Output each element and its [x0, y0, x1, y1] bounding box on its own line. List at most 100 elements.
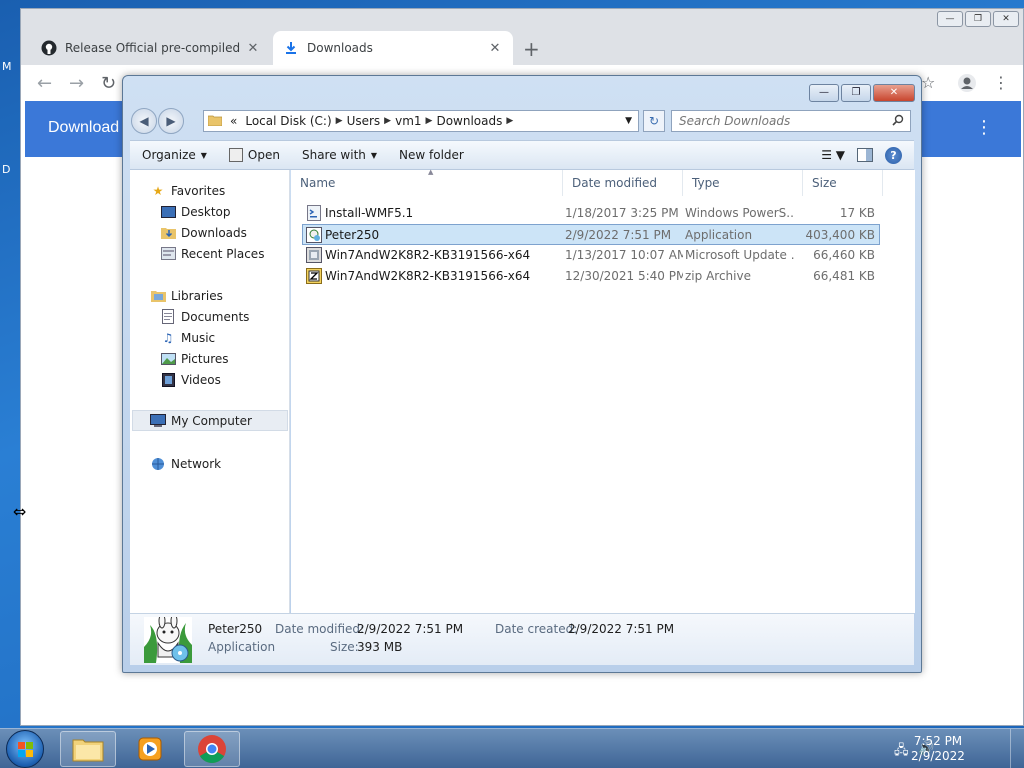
profile-avatar-icon[interactable] — [957, 73, 977, 97]
close-window-button[interactable]: ✕ — [993, 11, 1019, 27]
details-pane: Peter250 Application Date modified: 2/9/… — [130, 613, 914, 665]
taskbar: 🖧 🔊 7:52 PM 2/9/2022 — [0, 728, 1024, 768]
nav-item-recent-places[interactable]: Recent Places — [160, 243, 264, 264]
back-button[interactable]: ◀ — [131, 108, 157, 134]
nav-label: Downloads — [181, 225, 247, 240]
file-size: 17 KB — [839, 206, 875, 220]
start-button[interactable] — [6, 730, 44, 768]
tab-release[interactable]: Release Official pre-compiled ins ✕ — [31, 31, 271, 65]
close-window-button[interactable]: ✕ — [873, 84, 915, 102]
open-button[interactable]: Open — [228, 148, 280, 162]
bookmark-star-icon[interactable]: ☆ — [921, 73, 935, 92]
file-size: 66,460 KB — [813, 248, 875, 262]
nav-favorites[interactable]: ★ Favorites — [150, 180, 226, 201]
back-arrow-icon[interactable]: ← — [37, 73, 52, 94]
download-icon — [283, 40, 299, 56]
taskbar-media-player-button[interactable] — [122, 731, 178, 767]
file-date: 12/30/2021 5:40 PM — [565, 269, 683, 283]
maximize-button[interactable]: ❐ — [841, 84, 871, 102]
nav-label: Music — [181, 330, 216, 345]
nav-item-pictures[interactable]: Pictures — [160, 348, 229, 369]
address-segment[interactable]: Downloads — [436, 114, 502, 128]
refresh-icon[interactable]: ↻ — [643, 110, 665, 132]
tab-downloads[interactable]: Downloads ✕ — [273, 31, 513, 65]
file-row-selected[interactable]: Peter250 2/9/2022 7:51 PM Application 40… — [302, 224, 880, 245]
file-row[interactable]: Win7AndW2K8R2-KB3191566-x64 1/13/2017 10… — [303, 245, 879, 266]
chrome-icon — [198, 735, 226, 763]
column-header-date-modified[interactable]: Date modified — [563, 170, 683, 196]
chevron-right-icon[interactable]: ▶ — [384, 116, 391, 126]
tab-label: Downloads — [307, 41, 373, 55]
chevron-down-icon[interactable]: ▼ — [619, 116, 638, 126]
search-input[interactable] — [672, 114, 892, 128]
recent-places-icon — [160, 246, 176, 262]
taskbar-explorer-button[interactable] — [60, 731, 116, 767]
file-name: Win7AndW2K8R2-KB3191566-x64 — [325, 269, 531, 283]
file-row[interactable]: Install-WMF5.1 1/18/2017 3:25 PM Windows… — [303, 203, 879, 224]
nav-item-documents[interactable]: Documents — [160, 306, 249, 327]
network-icon — [150, 456, 166, 472]
update-package-icon — [306, 247, 322, 263]
network-status-icon[interactable]: 🖧 — [894, 741, 909, 763]
chrome-menu-icon[interactable]: ⋮ — [993, 73, 1009, 92]
nav-item-downloads[interactable]: Downloads — [160, 222, 247, 243]
details-date-modified-label: Date modified: — [275, 622, 365, 636]
nav-my-computer[interactable]: My Computer — [132, 410, 288, 431]
nav-label: Favorites — [171, 183, 226, 198]
clock-time: 7:52 PM — [913, 734, 963, 748]
search-icon[interactable] — [892, 114, 910, 129]
search-box — [671, 110, 911, 132]
navigation-pane: ★ Favorites Desktop Downloads Recent Pla… — [130, 170, 290, 613]
forward-button[interactable]: ▶ — [158, 108, 184, 134]
nav-label: Desktop — [181, 204, 231, 219]
column-label: Size — [812, 176, 837, 190]
chevron-right-icon[interactable]: ▶ — [336, 116, 343, 126]
close-tab-icon[interactable]: ✕ — [487, 41, 503, 56]
column-header-size[interactable]: Size — [803, 170, 883, 196]
address-segment[interactable]: vm1 — [395, 114, 421, 128]
desktop-icon-label: M — [2, 60, 12, 73]
file-type: zip Archive — [685, 269, 751, 283]
file-name: Install-WMF5.1 — [325, 206, 414, 220]
help-icon[interactable]: ? — [885, 146, 902, 164]
minimize-button[interactable]: — — [809, 84, 839, 102]
address-segment[interactable]: Local Disk (C:) — [245, 114, 331, 128]
libraries-icon — [150, 288, 166, 304]
change-view-icon[interactable]: ☰ ▼ — [821, 148, 845, 162]
nav-item-music[interactable]: ♫ Music — [160, 327, 216, 348]
forward-arrow-icon[interactable]: → — [69, 73, 84, 94]
new-tab-button[interactable]: + — [523, 37, 540, 61]
chevron-right-icon[interactable]: ▶ — [426, 116, 433, 126]
column-header-type[interactable]: Type — [683, 170, 803, 196]
show-desktop-button[interactable] — [1010, 729, 1024, 768]
address-segment[interactable]: Users — [347, 114, 381, 128]
music-note-icon: ♫ — [162, 330, 174, 345]
nav-libraries[interactable]: Libraries — [150, 285, 223, 306]
address-bar[interactable]: « Local Disk (C:) ▶ Users ▶ vm1 ▶ Downlo… — [203, 110, 639, 132]
reload-icon[interactable]: ↻ — [101, 73, 116, 94]
share-with-button[interactable]: Share with ▼ — [302, 148, 377, 162]
chevron-right-icon[interactable]: ▶ — [506, 116, 513, 126]
taskbar-chrome-button[interactable] — [184, 731, 240, 767]
minimize-button[interactable]: — — [937, 11, 963, 27]
organize-button[interactable]: Organize ▼ — [142, 148, 207, 162]
nav-item-videos[interactable]: Videos — [160, 369, 221, 390]
chevron-down-icon: ▼ — [200, 150, 207, 160]
nav-label: Network — [171, 456, 222, 471]
preview-pane-icon[interactable] — [857, 148, 873, 162]
new-folder-button[interactable]: New folder — [399, 148, 464, 162]
nav-network[interactable]: Network — [150, 453, 221, 474]
clock[interactable]: 7:52 PM 2/9/2022 — [908, 734, 968, 764]
share-with-label: Share with — [301, 148, 366, 162]
address-overflow[interactable]: « — [230, 114, 237, 128]
close-tab-icon[interactable]: ✕ — [245, 41, 261, 56]
file-row[interactable]: Win7AndW2K8R2-KB3191566-x64 12/30/2021 5… — [303, 266, 879, 287]
maximize-button[interactable]: ❐ — [965, 11, 991, 27]
column-header-name[interactable]: Name ▲ — [291, 168, 563, 196]
nav-item-desktop[interactable]: Desktop — [160, 201, 231, 222]
downloads-menu-icon[interactable]: ⋮ — [975, 117, 993, 138]
file-date: 1/13/2017 10:07 AM — [565, 248, 683, 262]
open-icon — [228, 148, 243, 162]
github-icon — [41, 40, 57, 56]
file-date: 2/9/2022 7:51 PM — [565, 228, 672, 242]
